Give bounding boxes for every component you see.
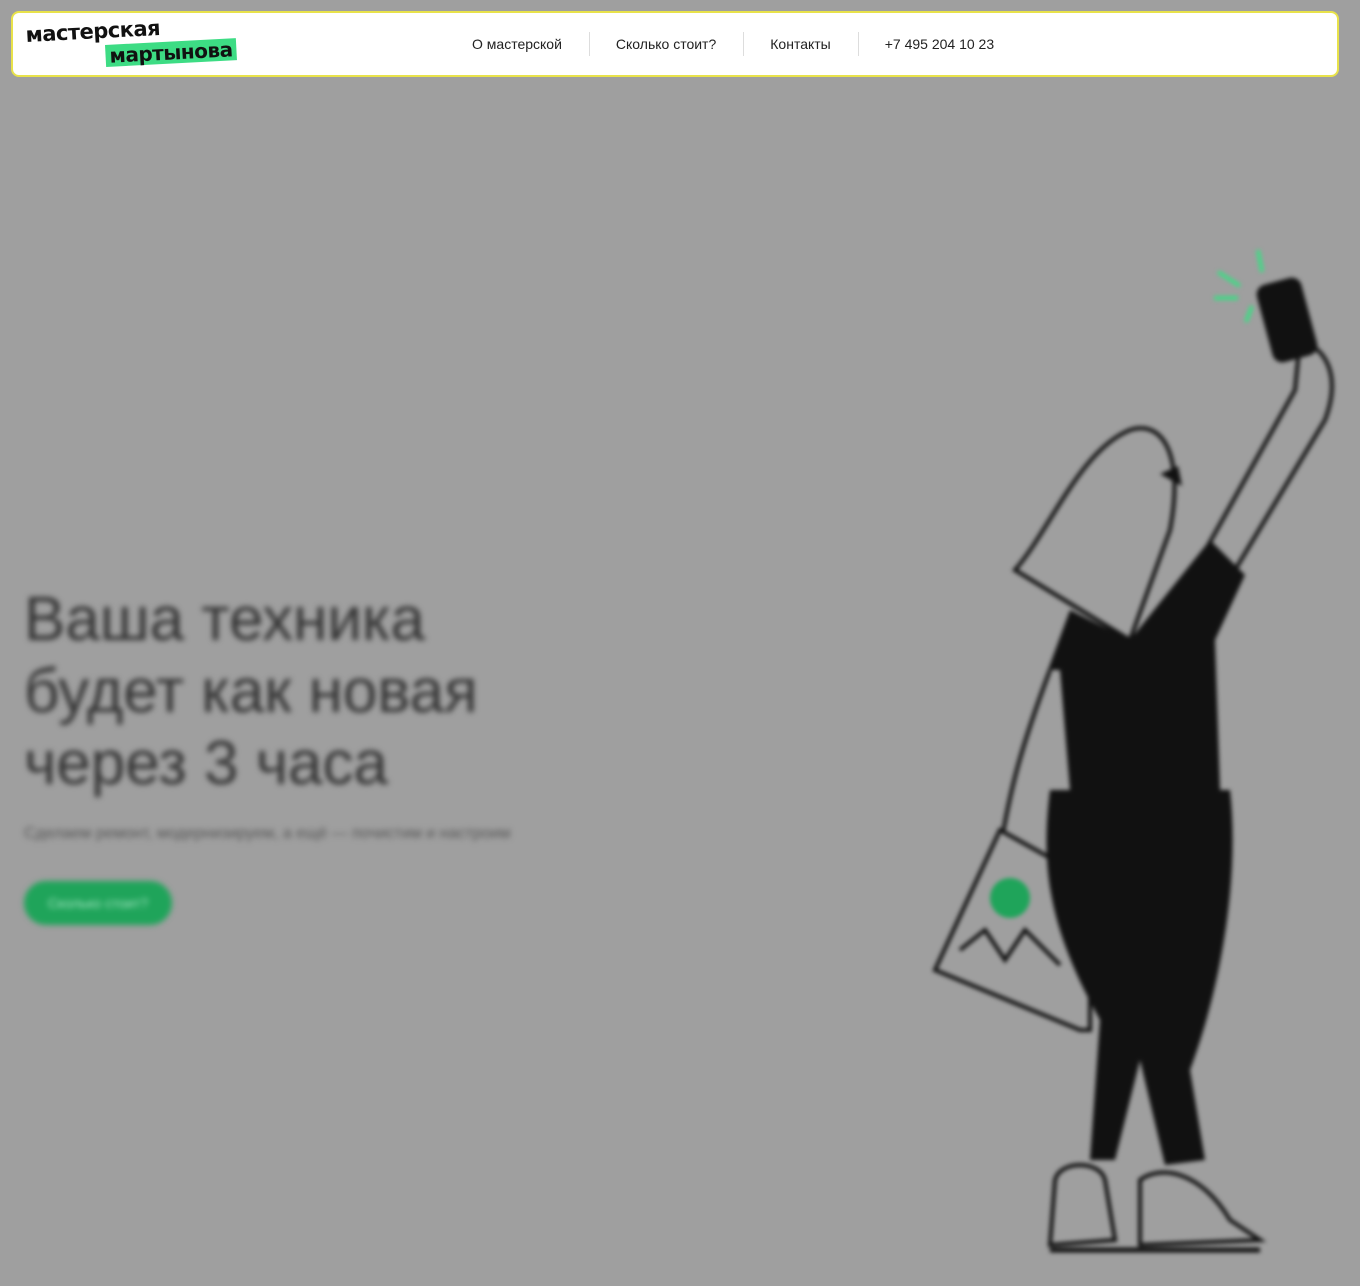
pricing-cta-button[interactable]: Сколько стоит? [24,881,172,925]
left-shoe [1047,1163,1118,1248]
nav-item-phone[interactable]: +7 495 204 10 23 [857,32,1021,56]
bag-green-dot [990,878,1030,918]
hero-subtitle: Сделаем ремонт, модернизируем, а ещё — п… [24,825,511,842]
nav-item-about[interactable]: О мастерской [454,36,589,52]
raised-arm [1197,337,1334,573]
hero-title-line-2: будет как новая [24,657,478,726]
nav-item-pricing[interactable]: Сколько стоит? [588,32,743,56]
nav-item-contacts[interactable]: Контакты [743,32,857,56]
left-arm [998,669,1052,851]
hero-title-line-3: через 3 часа [24,729,389,798]
main-nav: О мастерской Сколько стоит? Контакты +7 … [454,13,1021,75]
hero-title: Ваша техника будет как новая через 3 час… [24,584,584,800]
selfie-woman-illustration [932,249,1334,1253]
logo[interactable]: мастерская мартынова [25,16,245,69]
right-shoe [1138,1170,1267,1248]
logo-line-2: мартынова [105,37,238,68]
site-header: мастерская мартынова О мастерской Скольк… [11,11,1339,77]
sparkle-icon [1214,249,1264,323]
phone-icon [1256,277,1318,363]
hair [1011,426,1177,643]
hero-title-line-1: Ваша техника [24,585,425,654]
